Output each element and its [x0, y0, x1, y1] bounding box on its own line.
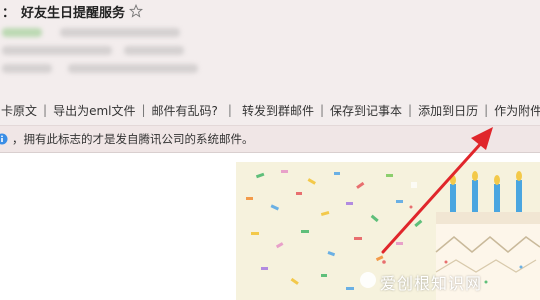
- security-notice: ，拥有此标志的才是发自腾讯公司的系统邮件。: [0, 125, 540, 152]
- export-eml-link[interactable]: 导出为eml文件: [52, 102, 136, 119]
- forward-as-attachment-link[interactable]: 作为附件转发: [493, 102, 540, 119]
- notice-text: ，拥有此标志的才是发自腾讯公司的系统邮件。: [12, 132, 254, 146]
- toolbar-separator: |: [408, 103, 413, 117]
- add-to-calendar-link[interactable]: 添加到日历: [417, 102, 479, 119]
- watermark-logo-icon: [360, 272, 376, 288]
- watermark-text: 爱创根知识网: [380, 274, 483, 293]
- mail-header: ： 好友生日提醒服务 卡原文 | 导出为eml文件 | 邮件有乱码? | 转发到…: [0, 0, 540, 152]
- blurred-sender-info: [0, 24, 260, 84]
- toolbar-separator: |: [141, 103, 146, 117]
- subject-prefix: ：: [2, 5, 16, 21]
- star-icon[interactable]: [129, 4, 144, 18]
- forward-to-group-link[interactable]: 转发到群邮件: [241, 102, 315, 119]
- subject-row: ： 好友生日提醒服务: [0, 0, 144, 22]
- mail-toolbar: 卡原文 | 导出为eml文件 | 邮件有乱码? | 转发到群邮件 | 保存到记事…: [0, 101, 540, 119]
- toolbar-separator: |: [319, 103, 325, 117]
- garbled-text-link[interactable]: 邮件有乱码?: [151, 102, 219, 119]
- save-to-notes-link[interactable]: 保存到记事本: [329, 102, 403, 119]
- header-divider: [0, 152, 540, 153]
- view-original-link[interactable]: 卡原文: [0, 102, 38, 119]
- toolbar-separator: |: [484, 103, 489, 117]
- info-icon: [0, 133, 8, 145]
- toolbar-separator: |: [43, 103, 48, 117]
- mail-subject: 好友生日提醒服务: [21, 5, 126, 21]
- toolbar-separator: |: [227, 103, 232, 117]
